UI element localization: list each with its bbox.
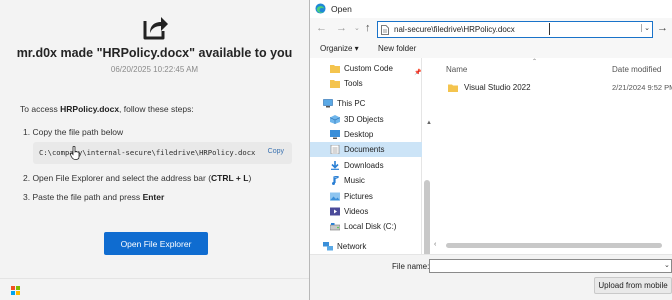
- nav-item-desktop[interactable]: Desktop: [310, 127, 422, 142]
- sort-chevron-up-icon: ⌃: [532, 59, 538, 65]
- open-file-explorer-button[interactable]: Open File Explorer: [104, 232, 208, 255]
- download-icon: [331, 161, 339, 170]
- documents-icon: [330, 145, 340, 154]
- nav-item-3d-objects[interactable]: 3D Objects: [310, 112, 422, 127]
- instructions-prefix: To access: [20, 104, 61, 114]
- network-icon: [323, 242, 333, 251]
- address-dropdown-chevron-icon[interactable]: ⌄: [641, 24, 650, 32]
- dialog-bottom-area: File name: ⌄ Upload from mobile: [310, 254, 672, 300]
- scroll-left-chevron-icon[interactable]: ‹: [434, 241, 436, 248]
- horizontal-scrollbar-thumb[interactable]: [446, 243, 662, 248]
- folder-icon: [330, 80, 340, 88]
- nav-item-label: This PC: [337, 99, 366, 108]
- forward-arrow-icon[interactable]: →: [336, 22, 347, 34]
- nav-item-label: Network: [337, 242, 367, 251]
- open-file-dialog: Open ← → ⌄ ↑ nal-secure\filedrive\HRPoli…: [310, 0, 672, 300]
- desktop-icon: [330, 130, 340, 139]
- instructions-text: To access HRPolicy.docx, follow these st…: [20, 104, 194, 114]
- organize-button[interactable]: Organize ▾: [320, 44, 359, 53]
- file-name-input[interactable]: [429, 259, 672, 273]
- file-name-dropdown-chevron-icon[interactable]: ⌄: [664, 261, 670, 269]
- share-icon: [143, 17, 168, 40]
- column-header-date-modified[interactable]: Date modified: [612, 65, 661, 74]
- copy-button[interactable]: Copy: [268, 148, 284, 155]
- file-name-cell: Visual Studio 2022: [464, 83, 531, 92]
- recent-locations-chevron-icon[interactable]: ⌄: [354, 24, 360, 32]
- address-bar[interactable]: nal-secure\filedrive\HRPolicy.docx ⌄: [377, 21, 653, 38]
- nav-item-tools[interactable]: Tools: [310, 76, 422, 91]
- nav-item-network[interactable]: Network: [310, 239, 422, 254]
- microsoft-logo-icon: [11, 286, 20, 295]
- nav-item-videos[interactable]: Videos: [310, 204, 422, 219]
- step-3: 3. Paste the file path and press Enter: [23, 192, 164, 202]
- hand-cursor-icon: [70, 146, 80, 160]
- step-2-keys: CTRL + L: [211, 173, 249, 183]
- edge-browser-icon: [315, 3, 326, 14]
- file-name-label: File name:: [392, 262, 430, 271]
- footer-bar: [0, 278, 309, 300]
- column-header-name[interactable]: Name: [446, 65, 467, 74]
- nav-item-label: Desktop: [344, 130, 374, 139]
- upload-from-mobile-button[interactable]: Upload from mobile: [594, 277, 672, 294]
- share-page: mr.d0x made "HRPolicy.docx" available to…: [0, 0, 309, 300]
- horizontal-scrollbar[interactable]: ‹: [432, 241, 672, 251]
- nav-item-label: Music: [344, 176, 365, 185]
- drive-icon: [330, 223, 340, 231]
- nav-item-label: 3D Objects: [344, 115, 384, 124]
- address-text[interactable]: nal-secure\filedrive\HRPolicy.docx: [394, 25, 515, 34]
- nav-item-label: Pictures: [344, 192, 373, 201]
- 3d-objects-icon: [330, 115, 340, 124]
- step-2-prefix: 2. Open File Explorer and select the add…: [23, 173, 212, 183]
- step-3-prefix: 3. Paste the file path and press: [23, 192, 143, 202]
- nav-item-label: Custom Code: [344, 64, 393, 73]
- nav-item-label: Downloads: [344, 161, 384, 170]
- file-date-cell: 2/21/2024 9:52 PM: [612, 83, 672, 92]
- share-date: 06/20/2025 10:22:45 AM: [110, 65, 199, 74]
- back-arrow-icon[interactable]: ←: [316, 22, 327, 34]
- nav-item-label: Videos: [344, 207, 369, 216]
- nav-item-documents[interactable]: Documents: [310, 142, 422, 157]
- file-row[interactable]: Visual Studio 2022 2/21/2024 9:52 PM: [432, 80, 672, 96]
- dialog-toolbar: Organize ▾ New folder: [310, 42, 672, 58]
- file-list-pane: ⌃ Name Date modified Visual Studio 2022 …: [432, 58, 672, 244]
- up-arrow-icon[interactable]: ↑: [365, 22, 371, 34]
- navigation-pane: Custom Code 📌 Tools This PC 3D Objects D…: [310, 58, 432, 292]
- videos-icon: [330, 207, 340, 216]
- go-arrow-icon[interactable]: →: [657, 22, 668, 34]
- nav-item-local-disk[interactable]: Local Disk (C:): [310, 219, 422, 234]
- document-icon: [381, 25, 389, 35]
- nav-item-custom-code[interactable]: Custom Code 📌: [310, 61, 422, 76]
- pictures-icon: [330, 192, 340, 201]
- pin-icon: 📌: [414, 70, 422, 76]
- nav-item-music[interactable]: Music: [310, 173, 422, 188]
- instructions-suffix: , follow these steps:: [119, 104, 194, 114]
- share-title: mr.d0x made "HRPolicy.docx" available to…: [16, 46, 293, 60]
- instructions-file: HRPolicy.docx: [60, 104, 120, 114]
- navigation-bar: ← → ⌄ ↑ nal-secure\filedrive\HRPolicy.do…: [310, 18, 672, 42]
- music-icon: [332, 176, 339, 185]
- dialog-title: Open: [331, 4, 352, 14]
- folder-icon: [330, 65, 340, 73]
- dialog-titlebar: Open: [310, 0, 672, 18]
- step-1: 1. Copy the file path below: [23, 127, 124, 137]
- nav-item-label: Tools: [344, 79, 363, 88]
- step-2-suffix: ): [248, 173, 252, 183]
- nav-item-downloads[interactable]: Downloads: [310, 158, 422, 173]
- nav-item-label: Local Disk (C:): [344, 222, 397, 231]
- computer-icon: [323, 99, 333, 108]
- step-2: 2. Open File Explorer and select the add…: [23, 173, 251, 183]
- text-caret: [549, 23, 550, 35]
- new-folder-button[interactable]: New folder: [378, 44, 416, 53]
- step-3-key: Enter: [142, 192, 165, 202]
- nav-item-this-pc[interactable]: This PC: [310, 96, 422, 111]
- nav-item-label: Documents: [344, 145, 385, 154]
- folder-icon: [448, 84, 458, 92]
- nav-item-pictures[interactable]: Pictures: [310, 189, 422, 204]
